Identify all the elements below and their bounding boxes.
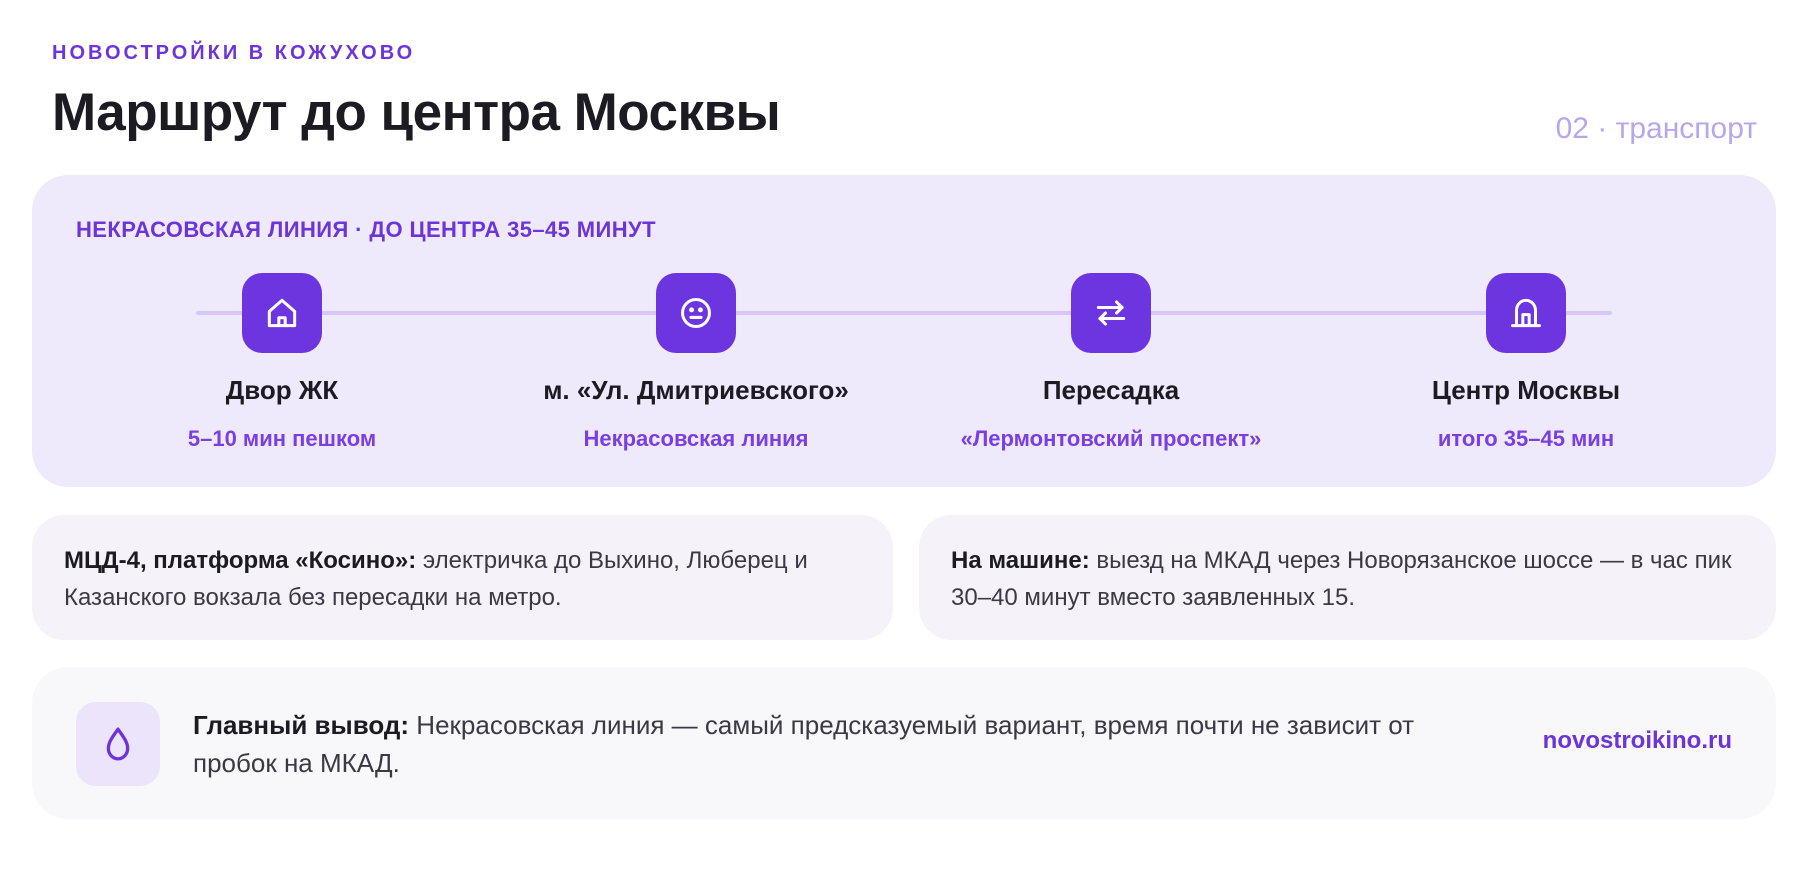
eyebrow-label: НОВОСТРОЙКИ В КОЖУХОВО <box>52 42 416 64</box>
section-tag: 02 · транспорт <box>1555 112 1757 145</box>
face-icon <box>656 273 736 353</box>
summary-card: Главный вывод: Некрасовская линия — самы… <box>32 667 1776 819</box>
drop-icon <box>76 702 160 786</box>
step-subtitle: итого 35–45 мин <box>1437 426 1615 451</box>
info-card-label: На машине: <box>951 547 1090 574</box>
info-card-label: МЦД-4, платформа «Косино»: <box>64 547 417 574</box>
route-heading: НЕКРАСОВСКАЯ ЛИНИЯ · ДО ЦЕНТРА 35–45 МИН… <box>76 217 656 242</box>
route-step-center: Центр Москвы итого 35–45 мин <box>1336 273 1716 452</box>
site-link[interactable]: novostroikino.ru <box>1543 727 1732 755</box>
page-title: Маршрут до центра Москвы <box>52 83 781 142</box>
route-step-yard: Двор ЖК 5–10 мин пешком <box>92 273 472 452</box>
summary-text: Главный вывод: Некрасовская линия — самы… <box>193 706 1493 782</box>
route-step-metro: м. «Ул. Дмитриевского» Некрасовская лини… <box>506 273 886 452</box>
summary-label: Главный вывод: <box>193 710 410 740</box>
info-card-car: На машине: выезд на МКАД через Новорязан… <box>919 515 1776 640</box>
info-card-mcd: МЦД-4, платформа «Косино»: электричка до… <box>32 515 893 640</box>
step-subtitle: Некрасовская линия <box>583 426 809 451</box>
step-title: м. «Ул. Дмитриевского» <box>543 375 849 405</box>
transfer-icon <box>1071 273 1151 353</box>
step-title: Пересадка <box>1042 375 1180 405</box>
route-card: НЕКРАСОВСКАЯ ЛИНИЯ · ДО ЦЕНТРА 35–45 МИН… <box>32 175 1776 487</box>
route-step-transfer: Пересадка «Лермонтовский проспект» <box>921 273 1301 452</box>
home-icon <box>242 273 322 353</box>
step-subtitle: 5–10 мин пешком <box>187 426 377 451</box>
step-title: Центр Москвы <box>1431 375 1621 405</box>
step-title: Двор ЖК <box>225 375 339 405</box>
landmark-icon <box>1486 273 1566 353</box>
step-subtitle: «Лермонтовский проспект» <box>960 426 1262 451</box>
